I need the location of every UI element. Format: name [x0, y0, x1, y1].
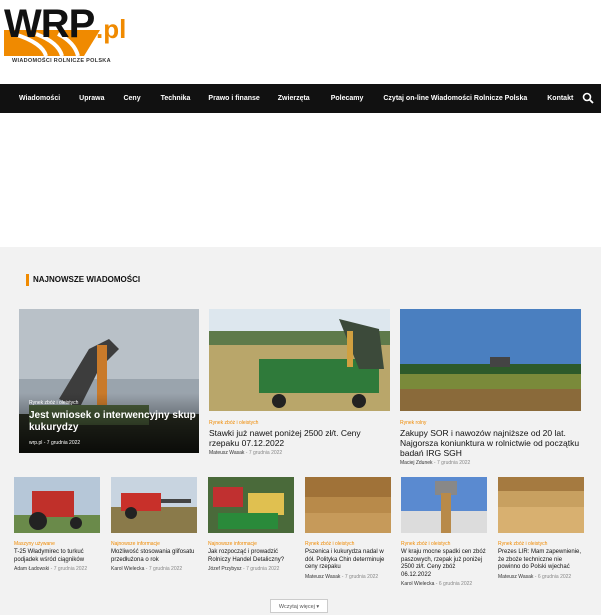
featured-category-3[interactable]: Rynek rolny [400, 420, 581, 426]
small-image-3 [208, 477, 294, 533]
search-icon[interactable] [582, 92, 594, 104]
small-article-5[interactable]: Rynek zbóż i oleistych W kraju mocne spa… [401, 477, 487, 587]
small-category-5[interactable]: Rynek zbóż i oleistych [401, 541, 487, 547]
chevron-down-icon: ▾ [316, 604, 320, 610]
small-meta-5: Karol Wielecka - 6 grudnia 2022 [401, 581, 473, 587]
featured-title-2[interactable]: Stawki już nawet poniżej 2500 zł/t. Ceny… [209, 428, 390, 448]
featured-article-3[interactable]: Rynek rolny Zakupy SOR i nawozów najniżs… [400, 309, 581, 466]
small-meta-1: Adam Ładowski - 7 grudnia 2022 [14, 566, 88, 572]
ad-space [0, 113, 601, 247]
nav-item-uprawa[interactable]: Uprawa [79, 95, 104, 102]
small-meta-3: Józef Przybysz - 7 grudnia 2022 [208, 566, 280, 572]
featured-category-1[interactable]: Rynek zbóż i oleistych [29, 400, 78, 406]
site-logo[interactable]: WRP .pl WIADOMOŚCI ROLNICZE POLSKA [4, 2, 144, 70]
featured-date-3: 7 grudnia 2022 [436, 460, 471, 466]
small-title-5[interactable]: W kraju mocne spadki cen zbóż paszowych,… [401, 549, 487, 579]
small-author-5[interactable]: Karol Wielecka [401, 581, 434, 587]
logo-suffix: .pl [96, 14, 127, 44]
small-date-2: 7 grudnia 2022 [148, 566, 183, 572]
small-date-3: 7 grudnia 2022 [246, 566, 280, 572]
nav-item-wiadomosci[interactable]: Wiadomości [19, 95, 60, 102]
small-category-6[interactable]: Rynek zbóż i oleistych [498, 541, 584, 547]
small-author-1[interactable]: Adam Ładowski [14, 566, 49, 572]
logo-subtitle: WIADOMOŚCI ROLNICZE POLSKA [12, 58, 111, 64]
small-category-3[interactable]: Najnowsze informacje [208, 541, 294, 547]
nav-item-zwierzeta[interactable]: Zwierzęta [278, 95, 310, 102]
small-meta-4: Mateusz Wasak - 7 grudnia 2022 [305, 573, 379, 580]
small-title-2[interactable]: Możliwość stosowania glifosatu przedłużo… [111, 549, 197, 564]
featured-meta-2: Mateusz Wasak - 7 grudnia 2022 [209, 450, 283, 456]
featured-meta-3: Maciej Zdunek - 7 grudnia 2022 [400, 460, 471, 466]
small-image-6 [498, 477, 584, 533]
nav-items: Wiadomości Uprawa Ceny Technika Prawo i … [19, 84, 573, 113]
featured-image-3 [400, 309, 581, 411]
section-title: NAJNOWSZE WIADOMOŚCI [26, 274, 140, 286]
small-image-5 [401, 477, 487, 533]
small-meta-6: Mateusz Wasak - 6 grudnia 2022 [498, 573, 572, 580]
small-article-3[interactable]: Najnowsze informacje Jak rozpocząć i pro… [208, 477, 294, 572]
featured-title-1[interactable]: Jest wniosek o interwencyjny skup kukury… [29, 410, 197, 434]
small-author-2[interactable]: Karol Wielecka [111, 566, 144, 572]
nav-item-ceny[interactable]: Ceny [123, 95, 140, 102]
small-category-2[interactable]: Najnowsze informacje [111, 541, 197, 547]
small-article-4[interactable]: Rynek zbóż i oleistych Pszenica i kukury… [305, 477, 391, 580]
featured-date-2: 7 grudnia 2022 [248, 450, 283, 456]
featured-date-1: 7 grudnia 2022 [46, 440, 81, 446]
header: WRP .pl WIADOMOŚCI ROLNICZE POLSKA [0, 0, 601, 84]
small-title-6[interactable]: Prezes LIR: Mam zapewnienie, że zboże te… [498, 549, 584, 572]
small-category-1[interactable]: Maszyny używane [14, 541, 100, 547]
main-nav: Wiadomości Uprawa Ceny Technika Prawo i … [0, 84, 601, 113]
nav-item-technika[interactable]: Technika [161, 95, 191, 102]
featured-meta-1: wrp.pl - 7 grudnia 2022 [29, 440, 81, 446]
small-date-4: 7 grudnia 2022 [344, 573, 379, 580]
logo-main: WRP [4, 2, 95, 46]
small-date-5: 6 grudnia 2022 [438, 581, 473, 587]
featured-article-1[interactable]: Rynek zbóż i oleistych Jest wniosek o in… [19, 309, 199, 453]
small-article-1[interactable]: Maszyny używane T-25 Władymirec to turku… [14, 477, 100, 572]
featured-title-3[interactable]: Zakupy SOR i nawozów najniższe od 20 lat… [400, 428, 581, 458]
nav-item-kontakt[interactable]: Kontakt [547, 95, 573, 102]
small-image-2 [111, 477, 197, 533]
small-article-6[interactable]: Rynek zbóż i oleistych Prezes LIR: Mam z… [498, 477, 584, 580]
featured-author-2[interactable]: Mateusz Wasak [209, 450, 244, 456]
small-author-4[interactable]: Mateusz Wasak [305, 574, 340, 580]
small-title-3[interactable]: Jak rozpocząć i prowadzić Rolniczy Hande… [208, 549, 294, 564]
small-author-3[interactable]: Józef Przybysz [208, 566, 242, 572]
load-more-button[interactable]: Wczytaj więcej ▾ [270, 599, 328, 613]
small-image-4 [305, 477, 391, 533]
small-title-4[interactable]: Pszenica i kukurydza nadal w dół. Polity… [305, 549, 391, 572]
nav-item-polecamy[interactable]: Polecamy [331, 95, 364, 102]
featured-image-2 [209, 309, 390, 411]
nav-item-czytaj-online[interactable]: Czytaj on-line Wiadomości Rolnicze Polsk… [383, 95, 527, 102]
small-article-2[interactable]: Najnowsze informacje Możliwość stosowani… [111, 477, 197, 572]
small-date-6: 6 grudnia 2022 [537, 573, 572, 580]
small-meta-2: Karol Wielecka - 7 grudnia 2022 [111, 566, 183, 572]
small-category-4[interactable]: Rynek zbóż i oleistych [305, 541, 391, 547]
featured-author-1[interactable]: wrp.pl [29, 440, 42, 446]
featured-article-2[interactable]: Rynek zbóż i oleistych Stawki już nawet … [209, 309, 390, 456]
featured-category-2[interactable]: Rynek zbóż i oleistych [209, 420, 390, 426]
load-more-label: Wczytaj więcej [278, 604, 315, 610]
small-author-6[interactable]: Mateusz Wasak [498, 574, 533, 580]
small-title-1[interactable]: T-25 Władymirec to turkuć podjadek wśród… [14, 549, 100, 564]
small-image-1 [14, 477, 100, 533]
featured-author-3[interactable]: Maciej Zdunek [400, 460, 433, 466]
small-date-1: 7 grudnia 2022 [53, 566, 88, 572]
nav-item-prawo-i-finanse[interactable]: Prawo i finanse [208, 95, 259, 102]
